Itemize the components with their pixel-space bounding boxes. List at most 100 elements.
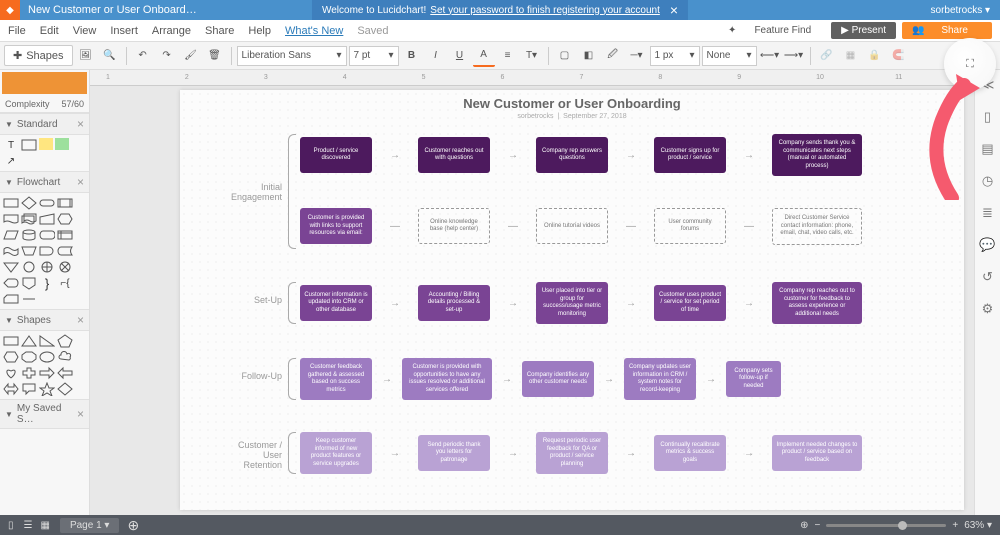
magnet-icon[interactable]: 🧲 — [888, 45, 910, 67]
present-button[interactable]: ▶ Present — [831, 22, 896, 39]
canvas[interactable]: 1234567891011 New Customer or User Onboa… — [90, 70, 974, 515]
text-options-icon[interactable]: T▾ — [521, 45, 543, 67]
font-select[interactable]: Liberation Sans▾ — [237, 46, 347, 66]
arrow-end-icon[interactable]: ⟶▾ — [783, 45, 805, 67]
bold-icon[interactable]: B — [401, 45, 423, 67]
document-shape[interactable] — [3, 212, 19, 226]
cloud-shape[interactable] — [57, 350, 73, 364]
delay-shape[interactable] — [39, 244, 55, 258]
flow-box[interactable]: Product / service discovered — [300, 137, 372, 173]
close-icon[interactable]: × — [77, 117, 84, 131]
user-menu[interactable]: sorbetrocks ▾ — [931, 5, 990, 16]
metrics-icon[interactable]: ≣ — [979, 204, 997, 222]
flow-box[interactable]: Company sets follow-up if needed — [726, 361, 781, 397]
search-icon[interactable]: 🔍 — [99, 45, 121, 67]
rectangle-shape[interactable] — [3, 334, 19, 348]
flow-box[interactable]: Customer uses product / service for set … — [654, 285, 726, 321]
zoom-value[interactable]: 63% ▾ — [964, 520, 992, 531]
slideshow-icon[interactable]: ▤ — [979, 140, 997, 158]
section-flowchart[interactable]: ▼Flowchart× — [0, 171, 89, 193]
flow-box[interactable]: Direct Customer Service contact informat… — [772, 208, 862, 245]
process-shape[interactable] — [3, 196, 19, 210]
hotspot-shape[interactable] — [55, 138, 69, 150]
flow-box[interactable]: Company updates user information in CRM … — [624, 358, 696, 400]
layers-icon[interactable]: ▦ — [840, 45, 862, 67]
summing-shape[interactable] — [57, 260, 73, 274]
link-icon[interactable]: 🔗 — [816, 45, 838, 67]
menu-help[interactable]: Help — [248, 25, 271, 37]
database-shape[interactable] — [21, 228, 37, 242]
close-icon[interactable]: × — [670, 2, 678, 18]
feature-find-button[interactable]: ✦Feature Find — [728, 25, 825, 36]
undo-icon[interactable]: ↶ — [132, 45, 154, 67]
document-title[interactable]: New Customer or User Onboard… — [28, 4, 197, 16]
align-icon[interactable]: ≡ — [497, 45, 519, 67]
arrow-left-shape[interactable] — [57, 366, 73, 380]
text-tool[interactable]: T — [3, 138, 19, 152]
offpage-shape[interactable] — [21, 276, 37, 290]
merge-shape[interactable] — [3, 260, 19, 274]
papertape-shape[interactable] — [3, 244, 19, 258]
display-shape[interactable] — [3, 276, 19, 290]
notification-link[interactable]: Set your password to finish registering … — [430, 5, 660, 16]
decision-shape[interactable] — [21, 196, 37, 210]
flow-box[interactable]: User placed into tier or group for succe… — [536, 282, 608, 324]
line-type-icon[interactable]: ─▾ — [626, 45, 648, 67]
list-view-icon[interactable]: ☰ — [24, 520, 33, 531]
triangle-shape[interactable] — [21, 334, 37, 348]
internal-storage-shape[interactable] — [57, 228, 73, 242]
line-tool[interactable]: ↗ — [3, 154, 19, 168]
flow-box[interactable]: Online knowledge base (help center) — [418, 208, 490, 244]
doc-icon[interactable]: ▯ — [8, 520, 14, 531]
flow-box[interactable]: Online tutorial videos — [536, 208, 608, 244]
history-icon[interactable]: ↺ — [979, 268, 997, 286]
flow-box[interactable]: Company rep reaches out to customer for … — [772, 282, 862, 324]
or-shape[interactable] — [39, 260, 55, 274]
shapes-button[interactable]: ✚Shapes — [4, 45, 73, 66]
heart-shape[interactable] — [3, 366, 19, 380]
multidoc-shape[interactable] — [21, 212, 37, 226]
section-shapes[interactable]: ▼Shapes× — [0, 309, 89, 331]
flow-box[interactable]: Company sends thank you & communicates n… — [772, 134, 862, 176]
ellipse-shape[interactable] — [39, 350, 55, 364]
flow-box[interactable]: Keep customer informed of new product fe… — [300, 432, 372, 474]
paint-format-icon[interactable]: 🖌 — [180, 45, 202, 67]
fill-icon[interactable]: ▢ — [554, 45, 576, 67]
flow-box[interactable]: Customer is provided with opportunities … — [402, 358, 492, 400]
flow-box[interactable]: User community forums — [654, 208, 726, 244]
flow-box[interactable]: Customer is provided with links to suppo… — [300, 208, 372, 244]
hexagon-shape[interactable] — [3, 350, 19, 364]
flow-box[interactable]: Company identifies any other customer ne… — [522, 361, 594, 397]
menu-view[interactable]: View — [73, 25, 97, 37]
menu-file[interactable]: File — [8, 25, 26, 37]
manual-input-shape[interactable] — [39, 212, 55, 226]
zoom-out-icon[interactable]: − — [815, 520, 821, 531]
clock-icon[interactable]: ◷ — [979, 172, 997, 190]
cross-shape[interactable] — [21, 366, 37, 380]
redo-icon[interactable]: ↷ — [156, 45, 178, 67]
flow-box[interactable]: Company rep answers questions — [536, 137, 608, 173]
rect-shape[interactable] — [21, 138, 37, 152]
note-shape[interactable]: ⌐{ — [57, 276, 73, 290]
zoom-in-icon[interactable]: + — [952, 520, 958, 531]
close-icon[interactable]: × — [77, 175, 84, 189]
callout-shape[interactable] — [21, 382, 37, 396]
page-selector[interactable]: Page 1 ▾ — [60, 518, 120, 533]
right-triangle-shape[interactable] — [39, 334, 55, 348]
flow-box[interactable]: Implement needed changes to product / se… — [772, 435, 862, 471]
pentagon-shape[interactable] — [57, 334, 73, 348]
italic-icon[interactable]: I — [425, 45, 447, 67]
terminator-shape[interactable] — [39, 196, 55, 210]
zoom-fit-icon[interactable]: ⊕ — [800, 520, 808, 531]
line-color-icon[interactable]: 🖉 — [602, 45, 624, 67]
text-color-icon[interactable]: A — [473, 45, 495, 67]
star-shape[interactable] — [39, 382, 55, 396]
section-standard[interactable]: ▼Standard× — [0, 113, 89, 135]
arrow-double-shape[interactable] — [3, 382, 19, 396]
connector-shape[interactable] — [21, 260, 37, 274]
delete-icon[interactable]: 🗑 — [204, 45, 226, 67]
direct-data-shape[interactable] — [39, 228, 55, 242]
line-width-select[interactable]: 1 px▾ — [650, 46, 700, 66]
flow-box[interactable]: Customer reaches out with questions — [418, 137, 490, 173]
menu-insert[interactable]: Insert — [110, 25, 138, 37]
